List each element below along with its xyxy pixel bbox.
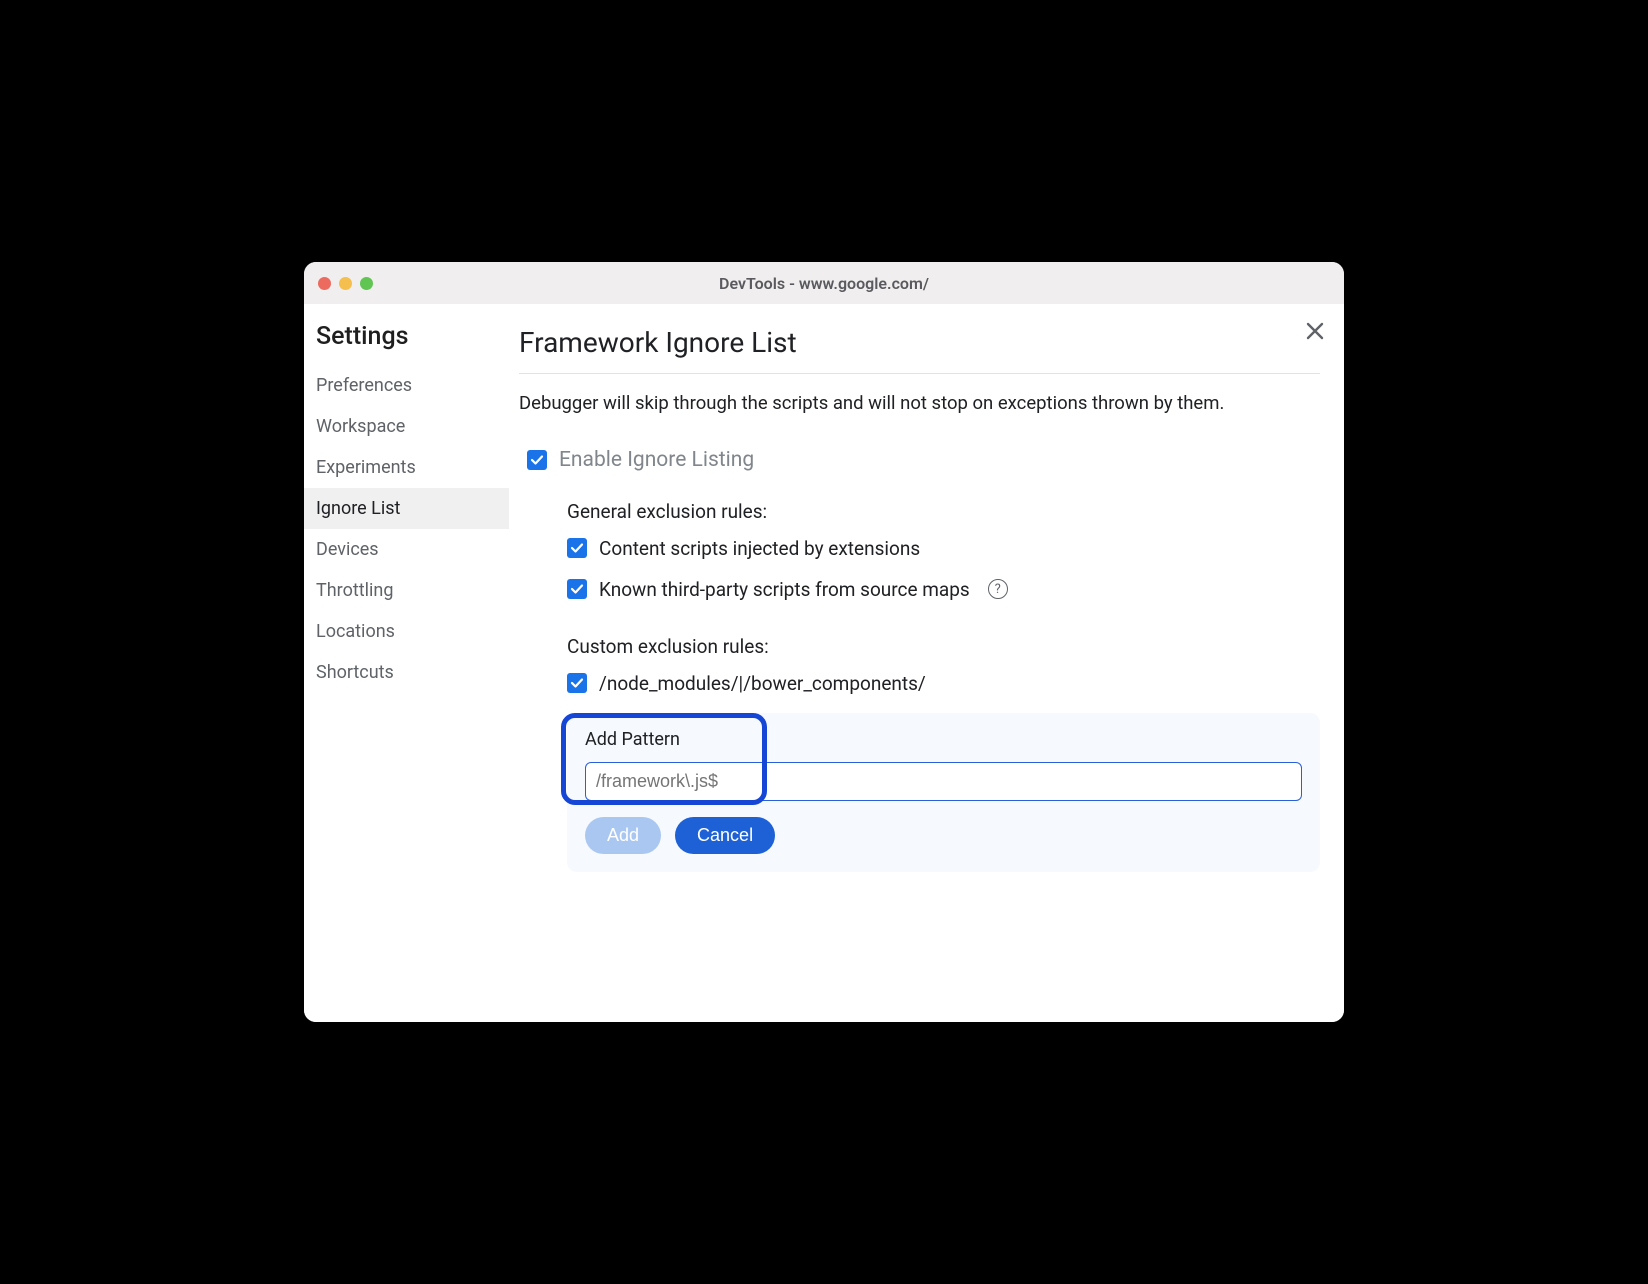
- sidebar-item-workspace[interactable]: Workspace: [304, 406, 509, 447]
- sidebar-item-shortcuts[interactable]: Shortcuts: [304, 652, 509, 693]
- settings-sidebar: Settings Preferences Workspace Experimen…: [304, 304, 509, 1022]
- node-modules-checkbox[interactable]: [567, 673, 587, 693]
- custom-exclusion-section: Custom exclusion rules: /node_modules/|/…: [567, 635, 1320, 872]
- enable-ignore-listing-row: Enable Ignore Listing: [527, 448, 1320, 472]
- rule-content-scripts: Content scripts injected by extensions: [567, 537, 1320, 560]
- node-modules-label: /node_modules/|/bower_components/: [599, 672, 926, 695]
- sidebar-item-locations[interactable]: Locations: [304, 611, 509, 652]
- sidebar-item-throttling[interactable]: Throttling: [304, 570, 509, 611]
- add-button[interactable]: Add: [585, 817, 661, 854]
- third-party-scripts-checkbox[interactable]: [567, 579, 587, 599]
- pattern-button-row: Add Cancel: [585, 817, 1302, 854]
- close-icon[interactable]: [1306, 322, 1324, 345]
- enable-ignore-listing-checkbox[interactable]: [527, 450, 547, 470]
- general-exclusion-section: General exclusion rules: Content scripts…: [567, 500, 1320, 601]
- window-titlebar: DevTools - www.google.com/: [304, 262, 1344, 304]
- page-description: Debugger will skip through the scripts a…: [519, 390, 1320, 418]
- sidebar-item-experiments[interactable]: Experiments: [304, 447, 509, 488]
- main-panel: Framework Ignore List Debugger will skip…: [509, 304, 1344, 1022]
- help-icon[interactable]: ?: [988, 579, 1008, 599]
- sidebar-title: Settings: [304, 322, 509, 365]
- page-title: Framework Ignore List: [519, 326, 1320, 374]
- cancel-button[interactable]: Cancel: [675, 817, 775, 854]
- traffic-lights: [318, 277, 373, 290]
- add-pattern-label: Add Pattern: [585, 729, 1302, 750]
- add-pattern-input[interactable]: [585, 762, 1302, 801]
- rule-node-modules: /node_modules/|/bower_components/: [567, 672, 1320, 695]
- window-close-button[interactable]: [318, 277, 331, 290]
- devtools-window: DevTools - www.google.com/ Settings Pref…: [304, 262, 1344, 1022]
- content-scripts-label: Content scripts injected by extensions: [599, 537, 920, 560]
- content-scripts-checkbox[interactable]: [567, 538, 587, 558]
- sidebar-item-preferences[interactable]: Preferences: [304, 365, 509, 406]
- sidebar-item-ignore-list[interactable]: Ignore List: [304, 488, 509, 529]
- window-minimize-button[interactable]: [339, 277, 352, 290]
- content-area: Settings Preferences Workspace Experimen…: [304, 304, 1344, 1022]
- add-pattern-panel: Add Pattern Add Cancel: [567, 713, 1320, 872]
- general-exclusion-title: General exclusion rules:: [567, 500, 1320, 523]
- sidebar-item-devices[interactable]: Devices: [304, 529, 509, 570]
- rule-third-party-scripts: Known third-party scripts from source ma…: [567, 578, 1320, 601]
- window-title: DevTools - www.google.com/: [304, 274, 1344, 293]
- custom-exclusion-title: Custom exclusion rules:: [567, 635, 1320, 658]
- third-party-scripts-label: Known third-party scripts from source ma…: [599, 578, 970, 601]
- window-maximize-button[interactable]: [360, 277, 373, 290]
- enable-ignore-listing-label: Enable Ignore Listing: [559, 448, 754, 472]
